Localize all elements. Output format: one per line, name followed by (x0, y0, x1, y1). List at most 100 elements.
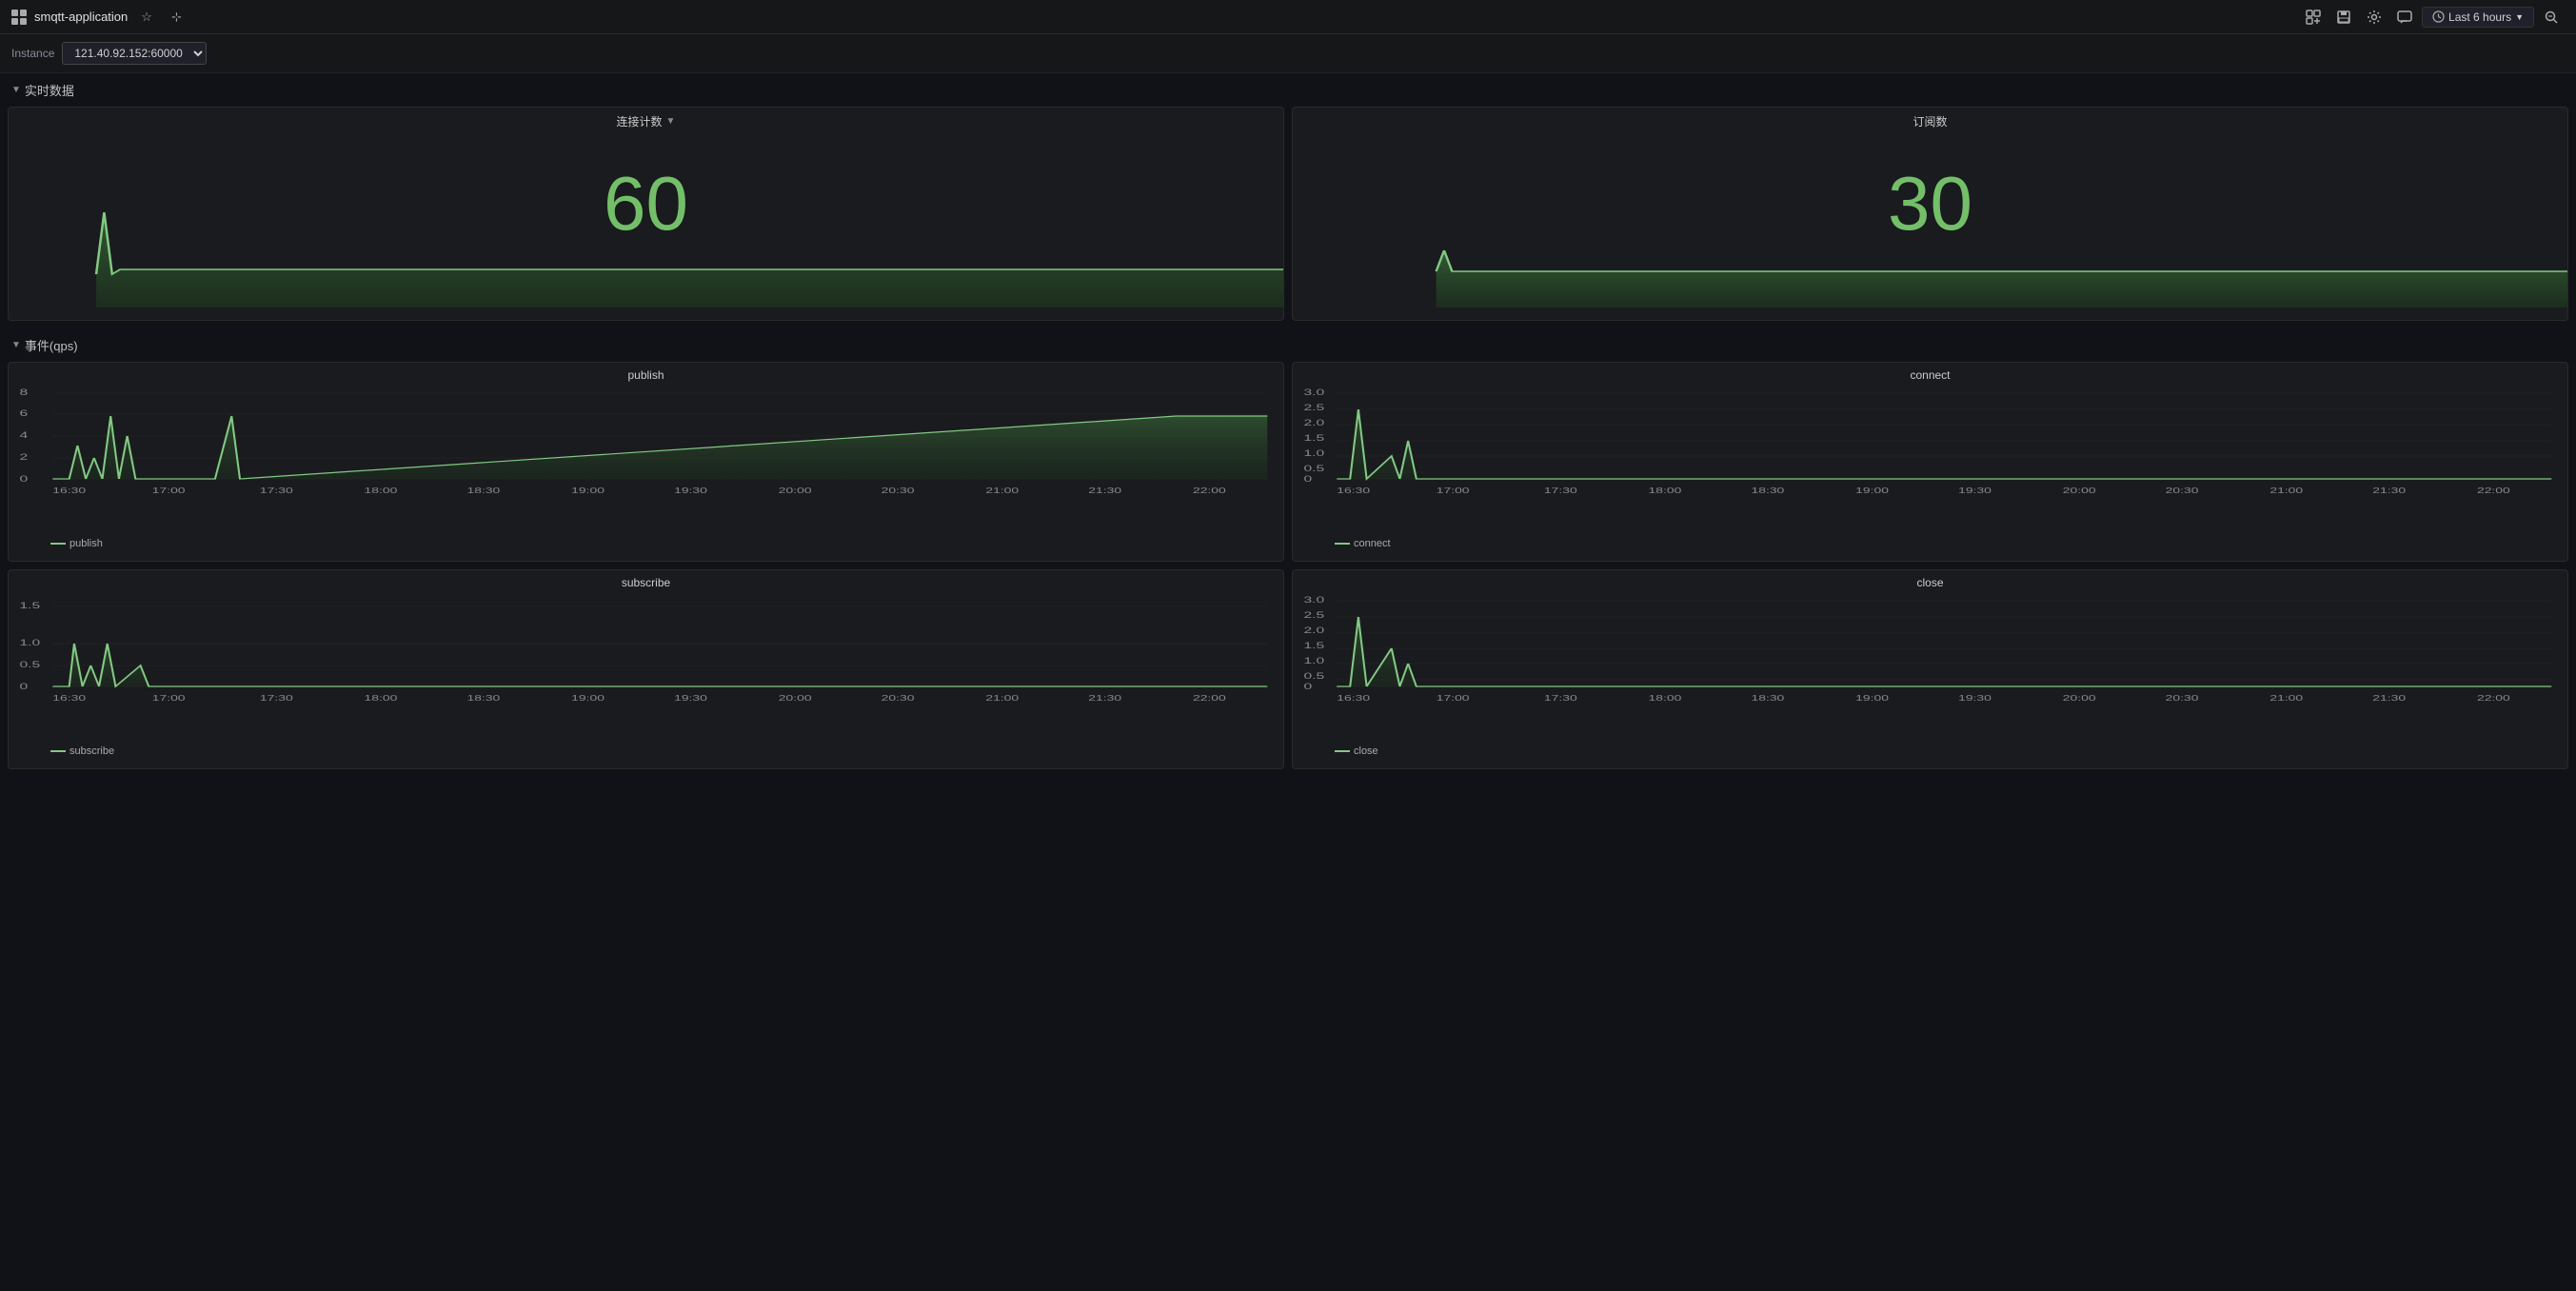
subscribe-panel: subscribe 1.5 1.0 0.5 0 16 (8, 569, 1284, 769)
gear-icon (2367, 10, 2382, 25)
svg-text:17:30: 17:30 (260, 695, 293, 703)
subscriptions-panel: 订阅数 30 (1292, 107, 2568, 321)
svg-text:20:00: 20:00 (779, 487, 812, 495)
subscribe-legend-line (50, 750, 66, 752)
connections-chevron: ▼ (666, 116, 676, 127)
publish-panel: publish 8 6 4 2 0 (8, 362, 1284, 562)
svg-text:1.5: 1.5 (19, 601, 40, 611)
svg-text:19:30: 19:30 (674, 695, 707, 703)
svg-text:18:00: 18:00 (1649, 695, 1682, 703)
svg-text:2.5: 2.5 (1303, 403, 1324, 413)
close-legend-line (1335, 750, 1350, 752)
zoom-button[interactable] (2538, 6, 2565, 29)
svg-text:0.5: 0.5 (19, 660, 40, 670)
events-chevron: ▼ (11, 340, 21, 350)
connections-panel: 连接计数 ▼ 60 (8, 107, 1284, 321)
svg-text:2.0: 2.0 (1303, 418, 1324, 428)
svg-text:0.5: 0.5 (1303, 671, 1324, 682)
comment-button[interactable] (2391, 6, 2418, 29)
comment-icon (2397, 10, 2412, 25)
subscribe-chart: 1.5 1.0 0.5 0 16:30 17:00 17:30 (9, 591, 1283, 739)
svg-text:20:30: 20:30 (882, 695, 915, 703)
svg-text:18:00: 18:00 (1649, 487, 1682, 495)
svg-text:17:00: 17:00 (152, 695, 186, 703)
realtime-section-title: 实时数据 (25, 81, 74, 99)
subscriptions-header: 订阅数 (1293, 108, 2567, 131)
subscribe-legend: subscribe (9, 742, 1283, 761)
svg-text:21:30: 21:30 (2372, 695, 2406, 703)
svg-text:18:30: 18:30 (466, 487, 500, 495)
connect-legend-line (1335, 543, 1350, 545)
share-icon: ⊹ (171, 10, 182, 25)
svg-text:21:00: 21:00 (2269, 695, 2303, 703)
subscribe-header: subscribe (9, 570, 1283, 591)
save-button[interactable] (2330, 6, 2357, 29)
publish-chart: 8 6 4 2 0 (9, 384, 1283, 531)
svg-text:16:30: 16:30 (52, 695, 86, 703)
add-panel-button[interactable] (2300, 6, 2327, 29)
topbar-left: smqtt-application ☆ ⊹ (11, 6, 2300, 29)
save-icon (2336, 10, 2351, 25)
realtime-section-header[interactable]: ▼ 实时数据 (0, 73, 2576, 107)
svg-text:0: 0 (19, 682, 28, 692)
svg-text:22:00: 22:00 (1193, 695, 1226, 703)
svg-text:21:00: 21:00 (985, 487, 1019, 495)
svg-text:22:00: 22:00 (1193, 487, 1226, 495)
svg-text:20:30: 20:30 (2166, 487, 2199, 495)
svg-text:21:30: 21:30 (1088, 487, 1121, 495)
connect-header: connect (1293, 363, 2567, 384)
svg-text:21:00: 21:00 (985, 695, 1019, 703)
subscribe-title: subscribe (622, 576, 670, 589)
events-section-title: 事件(qps) (25, 336, 78, 354)
star-icon: ☆ (141, 10, 152, 25)
svg-text:21:30: 21:30 (1088, 695, 1121, 703)
svg-text:2: 2 (19, 452, 28, 463)
svg-text:20:30: 20:30 (2166, 695, 2199, 703)
topbar: smqtt-application ☆ ⊹ (0, 0, 2576, 34)
settings-button[interactable] (2361, 6, 2388, 29)
zoom-icon (2544, 10, 2559, 25)
svg-text:0: 0 (1303, 474, 1312, 485)
close-chart: 3.0 2.5 2.0 1.5 1.0 0.5 0 (1293, 591, 2567, 739)
svg-text:16:30: 16:30 (52, 487, 86, 495)
connections-value: 60 (604, 160, 688, 248)
svg-text:19:00: 19:00 (571, 695, 604, 703)
subscriptions-title: 订阅数 (1912, 113, 1947, 129)
svg-text:17:30: 17:30 (260, 487, 293, 495)
svg-text:1.0: 1.0 (1303, 448, 1324, 459)
topbar-right: Last 6 hours ▼ (2300, 6, 2565, 29)
events-row-2: subscribe 1.5 1.0 0.5 0 16 (8, 569, 2568, 769)
svg-text:0: 0 (19, 474, 28, 485)
instance-select[interactable]: 121.40.92.152:60000 (62, 42, 207, 65)
clock-icon (2432, 10, 2445, 23)
svg-text:19:00: 19:00 (1855, 487, 1889, 495)
instance-label: Instance (11, 47, 54, 60)
events-section-header[interactable]: ▼ 事件(qps) (0, 328, 2576, 362)
svg-text:3.0: 3.0 (1303, 595, 1324, 606)
svg-text:18:00: 18:00 (365, 487, 398, 495)
connect-legend: connect (1293, 534, 2567, 553)
svg-text:22:00: 22:00 (2477, 487, 2510, 495)
svg-text:8: 8 (19, 387, 28, 398)
time-range-button[interactable]: Last 6 hours ▼ (2422, 7, 2534, 28)
star-button[interactable]: ☆ (135, 6, 158, 29)
svg-text:0: 0 (1303, 682, 1312, 692)
svg-text:17:00: 17:00 (152, 487, 186, 495)
svg-text:20:00: 20:00 (2063, 487, 2096, 495)
svg-text:1.5: 1.5 (1303, 641, 1324, 651)
connect-title: connect (1910, 368, 1950, 382)
connect-chart: 3.0 2.5 2.0 1.5 1.0 0.5 0 (1293, 384, 2567, 531)
share-button[interactable]: ⊹ (166, 6, 188, 29)
realtime-chevron: ▼ (11, 85, 21, 95)
svg-text:19:00: 19:00 (1855, 695, 1889, 703)
svg-text:1.0: 1.0 (1303, 656, 1324, 666)
svg-text:1.5: 1.5 (1303, 433, 1324, 444)
publish-legend: publish (9, 534, 1283, 553)
close-legend: close (1293, 742, 2567, 761)
svg-text:17:30: 17:30 (1544, 487, 1577, 495)
svg-text:2.0: 2.0 (1303, 626, 1324, 636)
svg-text:17:30: 17:30 (1544, 695, 1577, 703)
connections-header: 连接计数 ▼ (9, 108, 1283, 131)
app-icon (11, 10, 27, 25)
svg-text:22:00: 22:00 (2477, 695, 2510, 703)
